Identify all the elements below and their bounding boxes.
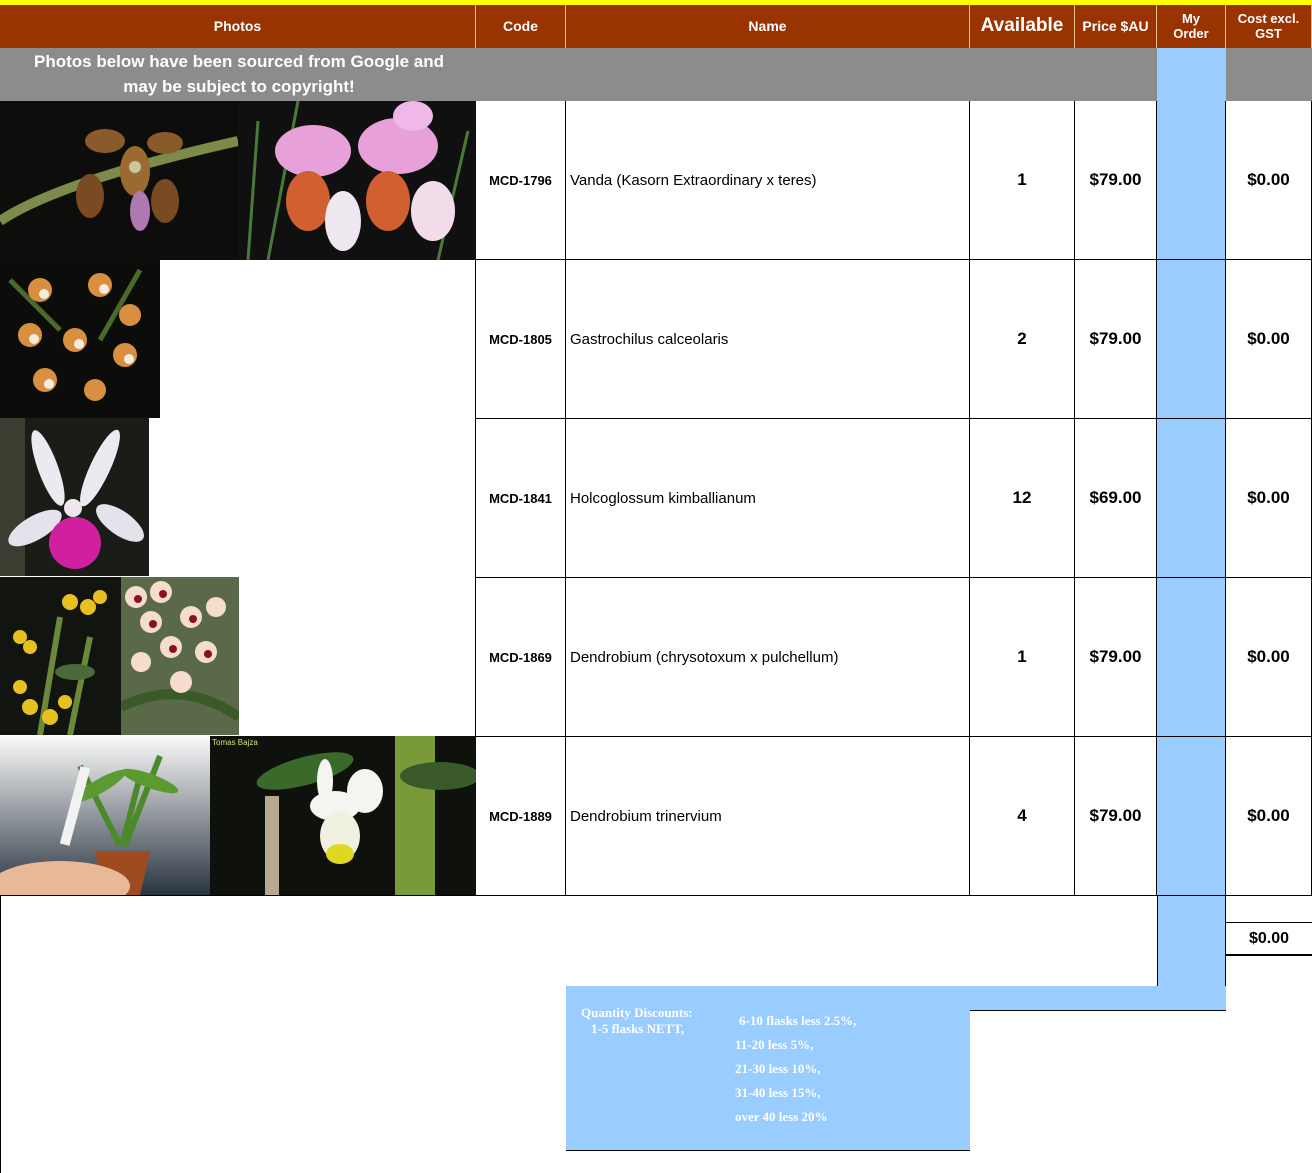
table-row-5-available: 4 — [970, 737, 1075, 896]
table-row-4-order-input[interactable] — [1157, 578, 1226, 737]
row-1-available-value: 1 — [1017, 170, 1027, 189]
col-header-photos: Photos — [0, 5, 476, 48]
row-5-price-value: $79.00 — [1089, 806, 1142, 825]
row-1-code-value: MCD-1796 — [489, 172, 552, 188]
row-2-price-value: $79.00 — [1089, 329, 1142, 348]
row-5-available-value: 4 — [1017, 806, 1027, 825]
row-4-code-value: MCD-1869 — [489, 649, 552, 665]
table-row-5-cost: $0.00 — [1226, 737, 1312, 896]
table-row-5-price: $79.00 — [1075, 737, 1157, 896]
row-4-cost-value: $0.00 — [1247, 647, 1290, 666]
table-row-4-price: $79.00 — [1075, 578, 1157, 737]
table-row-2-price: $79.00 — [1075, 260, 1157, 419]
photo-dendrobium-pulchellum — [121, 577, 239, 735]
col-header-code: Code — [476, 5, 566, 48]
discounts-tier-3: 11-20 less 5%, — [735, 1037, 814, 1052]
row-5-name-value: Dendrobium trinervium — [570, 807, 722, 825]
row-4-available-value: 1 — [1017, 647, 1027, 666]
row-2-code-value: MCD-1805 — [489, 331, 552, 347]
col-header-cost: Cost excl. GST — [1226, 5, 1312, 48]
table-row-2-available: 2 — [970, 260, 1075, 419]
photo-vanda-flower-1 — [0, 101, 238, 260]
col-header-available-label: Available — [980, 15, 1064, 37]
table-row-3-code: MCD-1841 — [476, 419, 566, 578]
table-row-4-cost: $0.00 — [1226, 578, 1312, 737]
table-row-5-code: MCD-1889 — [476, 737, 566, 896]
col-header-price: Price $AU — [1075, 5, 1157, 48]
col-header-price-label: Price $AU — [1082, 17, 1149, 34]
notice-row-order-cell[interactable] — [1157, 48, 1226, 101]
copyright-notice-line2: may be subject to copyright! — [123, 77, 355, 96]
col-header-name-label: Name — [748, 17, 787, 34]
row-3-available-value: 12 — [1012, 488, 1032, 507]
grand-total-cell: $0.00 — [1226, 923, 1312, 956]
row-5-code-value: MCD-1889 — [489, 808, 552, 824]
table-row-3-order-input[interactable] — [1157, 419, 1226, 578]
row-2-cost-value: $0.00 — [1247, 329, 1290, 348]
copyright-notice-line1: Photos below have been sourced from Goog… — [34, 52, 444, 71]
discounts-tier-4: 21-30 less 10%, — [735, 1061, 821, 1076]
photo-dendrobium-chrysotoxum — [0, 577, 121, 735]
photo-vanda-flower-2 — [238, 101, 476, 260]
table-row-4-name: Dendrobium (chrysotoxum x pulchellum) — [566, 578, 970, 737]
table-row-1-code: MCD-1796 — [476, 101, 566, 260]
row-3-name-value: Holcoglossum kimballianum — [570, 489, 756, 507]
table-row-4-available: 1 — [970, 578, 1075, 737]
table-row-1-order-input[interactable] — [1157, 101, 1226, 260]
row-4-name-value: Dendrobium (chrysotoxum x pulchellum) — [570, 648, 839, 666]
row-2-name-value: Gastrochilus calceolaris — [570, 330, 729, 348]
col-header-cost-line2: GST — [1255, 25, 1282, 41]
row-1-cost-value: $0.00 — [1247, 170, 1290, 189]
table-row-2-cost: $0.00 — [1226, 260, 1312, 419]
photo-gastrochilus — [0, 260, 160, 418]
table-row-1-name: Vanda (Kasorn Extraordinary x teres) — [566, 101, 970, 260]
footer-left-border — [0, 896, 1, 1173]
notice-row-cost-cell — [1226, 48, 1312, 101]
col-header-cost-line1: Cost excl. — [1237, 11, 1300, 27]
table-row-2-order-input[interactable] — [1157, 260, 1226, 419]
quantity-discounts-text: Quantity Discounts: 1-5 flasks NETT, 6-1… — [568, 988, 968, 1148]
table-row-4-code: MCD-1869 — [476, 578, 566, 737]
table-row-2-code: MCD-1805 — [476, 260, 566, 419]
row-2-available-value: 2 — [1017, 329, 1027, 348]
row-1-price-value: $79.00 — [1089, 170, 1142, 189]
col-header-name: Name — [566, 5, 970, 48]
row-3-price-value: $69.00 — [1089, 488, 1142, 507]
col-header-photos-label: Photos — [213, 17, 262, 34]
table-row-3-available: 12 — [970, 419, 1075, 578]
row-1-name-value: Vanda (Kasorn Extraordinary x teres) — [570, 171, 817, 189]
copyright-notice: Photos below have been sourced from Goog… — [0, 49, 478, 101]
col-header-my-order-line2: Order — [1173, 25, 1209, 41]
table-row-3-cost: $0.00 — [1226, 419, 1312, 578]
discounts-tier-6: over 40 less 20% — [735, 1109, 828, 1124]
photo-dendrobium-trinervium-flower: Tomas Bajza — [210, 736, 476, 895]
table-row-2-name: Gastrochilus calceolaris — [566, 260, 970, 419]
discounts-title: Quantity Discounts: — [581, 1005, 693, 1020]
row-5-cost-value: $0.00 — [1247, 806, 1290, 825]
table-row-3-name: Holcoglossum kimballianum — [566, 419, 970, 578]
photo-credit: Tomas Bajza — [212, 738, 258, 747]
photo-holcoglossum — [0, 418, 149, 576]
discounts-tier-1: 1-5 flasks NETT, — [591, 1021, 685, 1036]
grand-total-value: $0.00 — [1248, 929, 1290, 947]
discounts-tier-2: 6-10 flasks less 2.5%, — [739, 1013, 857, 1028]
photo-dendrobium-trinervium-potted — [0, 736, 210, 895]
table-row-5-order-input[interactable] — [1157, 737, 1226, 896]
row-3-code-value: MCD-1841 — [489, 490, 552, 506]
col-header-my-order: My Order — [1157, 5, 1226, 48]
row-4-price-value: $79.00 — [1089, 647, 1142, 666]
table-row-5-name: Dendrobium trinervium — [566, 737, 970, 896]
row-3-cost-value: $0.00 — [1247, 488, 1290, 507]
cost-spacer-cell — [1226, 896, 1312, 923]
col-header-available: Available — [970, 5, 1075, 48]
col-header-code-label: Code — [503, 17, 538, 34]
discounts-tier-5: 31-40 less 15%, — [735, 1085, 821, 1100]
table-row-3-price: $69.00 — [1075, 419, 1157, 578]
table-row-1-cost: $0.00 — [1226, 101, 1312, 260]
table-row-1-available: 1 — [970, 101, 1075, 260]
col-header-my-order-line1: My — [1181, 11, 1201, 27]
table-row-1-price: $79.00 — [1075, 101, 1157, 260]
